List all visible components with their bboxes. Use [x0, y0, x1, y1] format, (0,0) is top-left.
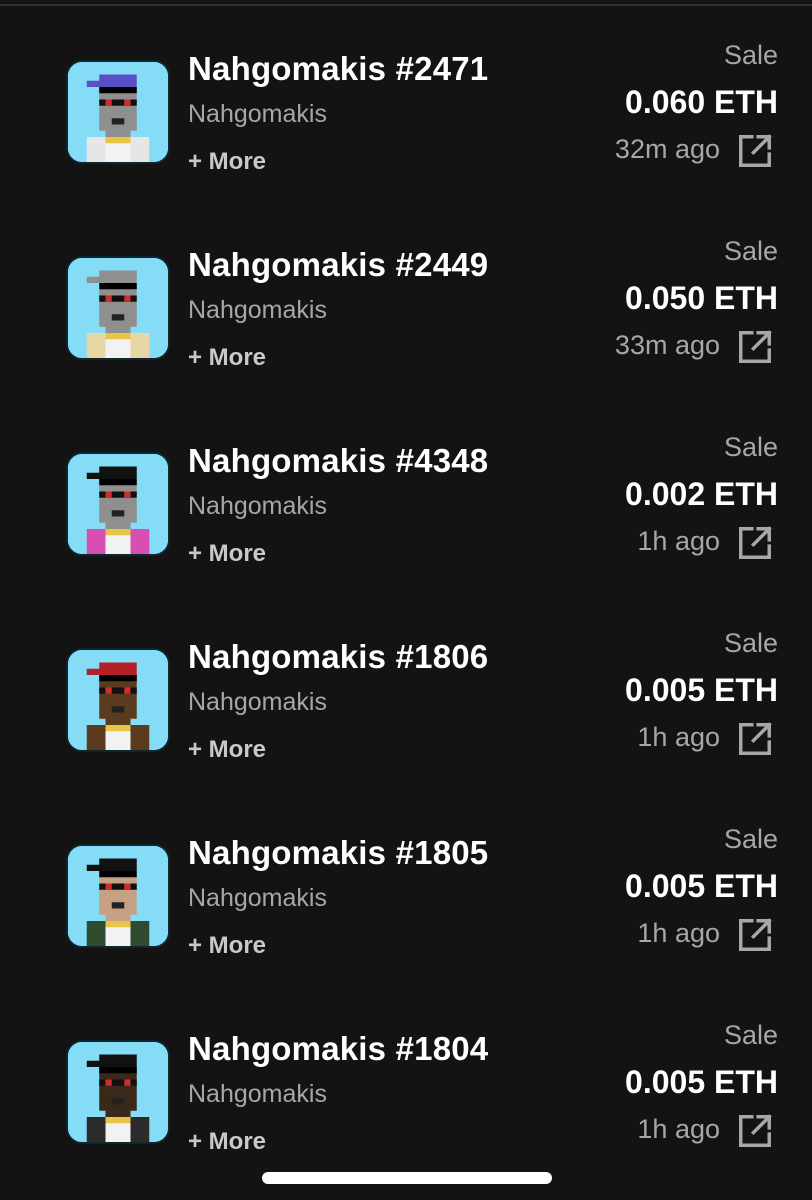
external-link-icon[interactable] [736, 916, 774, 954]
nft-name[interactable]: Nahgomakis #4348 [188, 442, 488, 480]
collection-name[interactable]: Nahgomakis [188, 296, 327, 325]
sale-price: 0.060 ETH [625, 84, 778, 120]
activity-row[interactable]: Nahgomakis #1806 Nahgomakis + More Sale … [0, 628, 812, 834]
external-link-icon[interactable] [736, 132, 774, 170]
collection-name[interactable]: Nahgomakis [188, 884, 327, 913]
nft-avatar-image [68, 62, 168, 162]
more-link[interactable]: + More [188, 736, 266, 764]
activity-row[interactable]: Nahgomakis #4348 Nahgomakis + More Sale … [0, 432, 812, 638]
more-link[interactable]: + More [188, 540, 266, 568]
activity-screen: Nahgomakis #2471 Nahgomakis + More Sale … [0, 0, 812, 1200]
nft-thumbnail[interactable] [66, 256, 170, 360]
more-link[interactable]: + More [188, 148, 266, 176]
event-time: 33m ago [614, 330, 720, 360]
event-time: 1h ago [637, 722, 720, 752]
event-type: Sale [723, 628, 778, 658]
sale-price: 0.002 ETH [625, 476, 778, 512]
more-link[interactable]: + More [188, 344, 266, 372]
event-time: 1h ago [637, 1114, 720, 1144]
nft-name[interactable]: Nahgomakis #2449 [188, 246, 488, 284]
more-link[interactable]: + More [188, 1128, 266, 1156]
nft-name[interactable]: Nahgomakis #2471 [188, 50, 488, 88]
collection-name[interactable]: Nahgomakis [188, 492, 327, 521]
nft-thumbnail[interactable] [66, 60, 170, 164]
event-type: Sale [723, 236, 778, 266]
nft-thumbnail[interactable] [66, 452, 170, 556]
activity-row[interactable]: Nahgomakis #2471 Nahgomakis + More Sale … [0, 40, 812, 246]
top-divider [0, 0, 812, 6]
sale-price: 0.005 ETH [625, 1064, 778, 1100]
external-link-icon[interactable] [736, 524, 774, 562]
nft-thumbnail[interactable] [66, 844, 170, 948]
activity-row[interactable]: Nahgomakis #2449 Nahgomakis + More Sale … [0, 236, 812, 442]
event-type: Sale [723, 1020, 778, 1050]
nft-name[interactable]: Nahgomakis #1804 [188, 1030, 488, 1068]
nft-name[interactable]: Nahgomakis #1806 [188, 638, 488, 676]
collection-name[interactable]: Nahgomakis [188, 1080, 327, 1109]
event-time: 1h ago [637, 526, 720, 556]
collection-name[interactable]: Nahgomakis [188, 688, 327, 717]
nft-avatar-image [68, 258, 168, 358]
nft-avatar-image [68, 1042, 168, 1142]
event-type: Sale [723, 824, 778, 854]
nft-avatar-image [68, 454, 168, 554]
collection-name[interactable]: Nahgomakis [188, 100, 327, 129]
sale-price: 0.005 ETH [625, 672, 778, 708]
external-link-icon[interactable] [736, 328, 774, 366]
event-type: Sale [723, 40, 778, 70]
activity-row[interactable]: Nahgomakis #1805 Nahgomakis + More Sale … [0, 824, 812, 1030]
nft-avatar-image [68, 650, 168, 750]
nft-avatar-image [68, 846, 168, 946]
sale-price: 0.005 ETH [625, 868, 778, 904]
event-time: 32m ago [614, 134, 720, 164]
external-link-icon[interactable] [736, 720, 774, 758]
event-time: 1h ago [637, 918, 720, 948]
event-type: Sale [723, 432, 778, 462]
sale-price: 0.050 ETH [625, 280, 778, 316]
nft-thumbnail[interactable] [66, 1040, 170, 1144]
home-indicator[interactable] [262, 1172, 552, 1184]
external-link-icon[interactable] [736, 1112, 774, 1150]
nft-thumbnail[interactable] [66, 648, 170, 752]
nft-name[interactable]: Nahgomakis #1805 [188, 834, 488, 872]
more-link[interactable]: + More [188, 932, 266, 960]
